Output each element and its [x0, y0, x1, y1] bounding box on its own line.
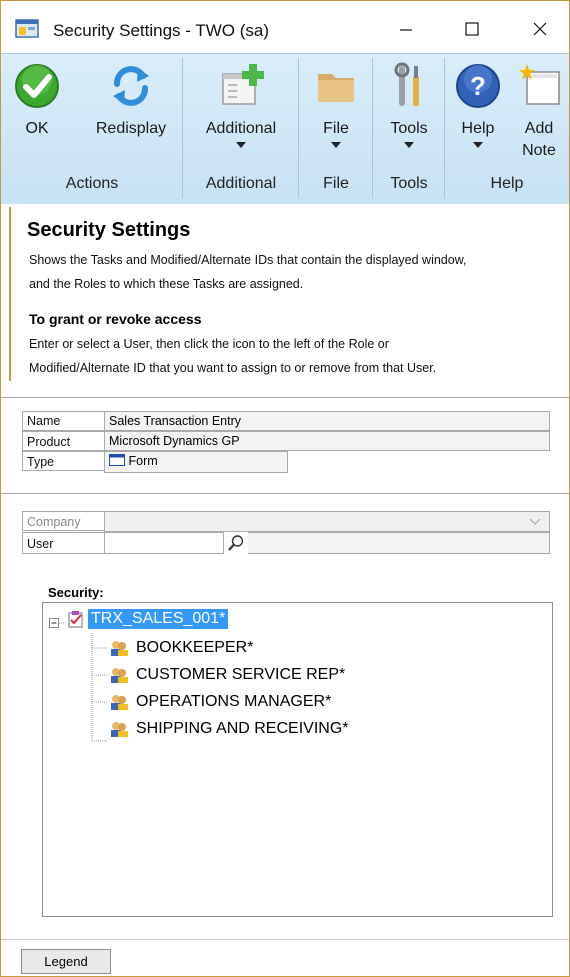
minimize-icon: [400, 29, 412, 31]
file-button[interactable]: File: [307, 54, 365, 148]
add-note-label: Add Note: [522, 120, 556, 159]
form-icon: [109, 454, 125, 466]
ribbon-group-additional: Additional Additional: [183, 54, 299, 204]
role-users-icon: [109, 639, 129, 662]
user-label: User: [27, 537, 54, 551]
tools-wrench-icon: [394, 62, 419, 106]
group-label-tools: Tools: [390, 175, 428, 192]
ribbon: OK Redisplay Actions Additional Addition…: [1, 53, 569, 204]
tree-node-role[interactable]: OPERATIONS MANAGER*: [136, 693, 331, 711]
type-value-text: Form: [128, 454, 158, 468]
add-note-button[interactable]: Add Note: [511, 54, 567, 162]
close-button[interactable]: [518, 11, 562, 47]
description-line: Shows the Tasks and Modified/Alternate I…: [29, 253, 467, 267]
tree-node-role[interactable]: CUSTOMER SERVICE REP*: [136, 666, 345, 684]
legend-button[interactable]: Legend: [21, 949, 111, 974]
type-label-text: Type: [27, 455, 55, 469]
chevron-down-icon: [473, 142, 483, 148]
company-label: Company: [27, 515, 81, 529]
group-label-help: Help: [490, 175, 524, 192]
product-value: Microsoft Dynamics GP: [104, 431, 550, 451]
ribbon-group-actions: OK Redisplay Actions: [1, 54, 183, 204]
file-label: File: [323, 120, 349, 137]
help-question-icon: ?: [456, 64, 500, 108]
user-lookup-button[interactable]: [224, 532, 248, 554]
product-label: Product: [27, 435, 71, 449]
redisplay-button[interactable]: Redisplay: [83, 54, 179, 140]
page-title: Security Settings: [27, 219, 191, 241]
minimize-button[interactable]: [384, 11, 428, 47]
divider: [1, 493, 569, 494]
search-icon: [228, 535, 244, 551]
help-button[interactable]: ? Help: [449, 54, 507, 148]
ribbon-group-file: File File: [299, 54, 373, 204]
ribbon-group-help: ? Help Add Note Help: [445, 54, 569, 204]
description-line: Modified/Alternate ID that you want to a…: [29, 361, 437, 375]
description-panel: Security Settings Shows the Tasks and Mo…: [9, 207, 566, 381]
folder-icon: [318, 74, 354, 102]
svg-text:?: ?: [470, 71, 486, 101]
ok-button[interactable]: OK: [7, 54, 67, 140]
ok-label: OK: [25, 120, 49, 137]
name-label: Name: [27, 414, 61, 428]
help-label: Help: [461, 120, 495, 137]
description-line: Enter or select a User, then click the i…: [29, 337, 389, 351]
chevron-down-icon: [404, 142, 414, 148]
redisplay-label: Redisplay: [95, 120, 167, 137]
chevron-down-icon: [529, 518, 541, 525]
tree-node-role[interactable]: BOOKKEEPER*: [136, 639, 253, 657]
add-note-icon: [519, 64, 560, 105]
security-label: Security:: [48, 585, 104, 600]
tools-label: Tools: [390, 120, 428, 137]
tools-button[interactable]: Tools: [379, 54, 439, 148]
maximize-icon: [465, 22, 479, 36]
app-window-icon: [15, 19, 39, 38]
tree-node-task[interactable]: TRX_SALES_001*: [88, 609, 229, 629]
tree-node-role[interactable]: SHIPPING AND RECEIVING*: [136, 720, 349, 738]
role-users-icon: [109, 666, 129, 689]
company-select[interactable]: [104, 511, 550, 532]
task-checklist-icon: [67, 610, 85, 633]
user-description-field: [248, 532, 550, 554]
type-value: Form: [104, 451, 288, 473]
role-users-icon: [109, 693, 129, 716]
chevron-down-icon: [236, 142, 246, 148]
additional-window-plus-icon: [222, 64, 264, 105]
divider: [1, 397, 569, 398]
ok-check-icon: [15, 64, 59, 108]
security-tree[interactable]: TRX_SALES_001* BOOKKEEPER* CUSTOMER SERV…: [42, 602, 553, 917]
role-users-icon: [109, 720, 129, 743]
name-value: Sales Transaction Entry: [104, 411, 550, 431]
description-line: and the Roles to which these Tasks are a…: [29, 277, 304, 291]
user-input[interactable]: [104, 532, 224, 554]
type-label: Type: [27, 455, 54, 469]
redisplay-arrows-icon: [113, 66, 149, 106]
security-settings-window: Security Settings - TWO (sa) OK Redispla…: [0, 0, 570, 977]
maximize-button[interactable]: [450, 11, 494, 47]
group-label-file: File: [323, 175, 349, 192]
additional-label: Additional: [205, 120, 277, 137]
group-label-actions: Actions: [65, 175, 119, 192]
additional-button[interactable]: Additional: [191, 54, 291, 148]
ribbon-group-tools: Tools Tools: [373, 54, 445, 204]
window-title: Security Settings - TWO (sa): [53, 21, 270, 40]
chevron-down-icon: [331, 142, 341, 148]
close-icon: [533, 22, 547, 36]
group-label-additional: Additional: [205, 175, 277, 192]
divider: [1, 939, 569, 940]
grant-access-heading: To grant or revoke access: [29, 311, 202, 327]
title-bar: Security Settings - TWO (sa): [1, 1, 569, 53]
